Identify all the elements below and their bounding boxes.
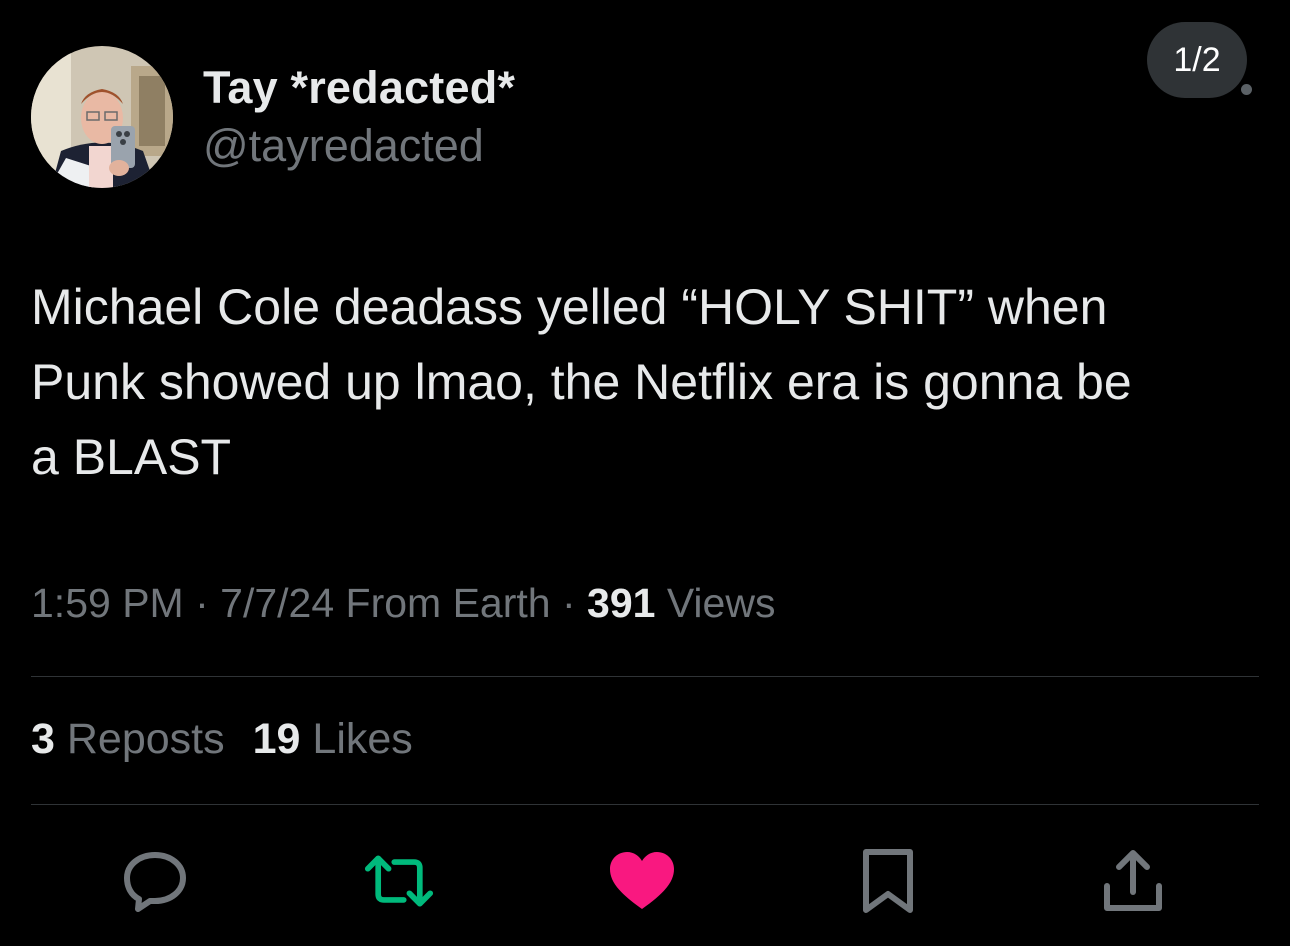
engagement-stats: 3 Reposts 19 Likes bbox=[31, 715, 441, 764]
avatar[interactable] bbox=[31, 46, 173, 188]
tweet-text-line: Punk showed up lmao, the Netflix era is … bbox=[31, 354, 1132, 410]
likes-stat[interactable]: 19 Likes bbox=[253, 715, 413, 764]
reposts-count: 3 bbox=[31, 715, 55, 763]
divider bbox=[31, 804, 1259, 805]
tweet-text-line: a BLAST bbox=[31, 429, 232, 485]
meta-separator: · bbox=[550, 580, 588, 626]
tweet-meta: 1:59 PM · 7/7/24 From Earth · 391 Views bbox=[31, 580, 775, 627]
tweet-screen: 1/2 Tay *redacted* @tayredacted Michael … bbox=[0, 0, 1290, 946]
page-indicator: 1/2 bbox=[1147, 22, 1247, 98]
reply-icon bbox=[124, 852, 186, 912]
tweet-text-line: Michael Cole deadass yelled “HOLY SHIT” … bbox=[31, 279, 1108, 335]
reposts-label: Reposts bbox=[54, 715, 225, 763]
more-indicator-dot bbox=[1241, 84, 1252, 95]
tweet-time[interactable]: 1:59 PM bbox=[31, 580, 184, 626]
bookmark-icon bbox=[863, 849, 913, 913]
likes-label: Likes bbox=[300, 715, 413, 763]
tweet-location: From Earth bbox=[334, 580, 551, 626]
tweet-date[interactable]: 7/7/24 bbox=[220, 580, 334, 626]
repost-icon bbox=[364, 855, 434, 907]
repost-button[interactable] bbox=[364, 846, 434, 916]
user-handle[interactable]: @tayredacted bbox=[203, 120, 484, 172]
heart-icon bbox=[610, 852, 674, 909]
display-name[interactable]: Tay *redacted* bbox=[203, 62, 515, 114]
reply-button[interactable] bbox=[120, 846, 190, 916]
reposts-stat[interactable]: 3 Reposts bbox=[31, 715, 225, 764]
meta-separator: · bbox=[183, 580, 221, 626]
share-button[interactable] bbox=[1098, 846, 1168, 916]
share-icon bbox=[1104, 850, 1162, 911]
divider bbox=[31, 676, 1259, 677]
views-count: 391 bbox=[587, 580, 656, 626]
bookmark-button[interactable] bbox=[853, 846, 923, 916]
likes-count: 19 bbox=[252, 715, 301, 763]
like-button[interactable] bbox=[607, 846, 677, 916]
avatar-photo-icon bbox=[31, 46, 173, 188]
tweet-text: Michael Cole deadass yelled “HOLY SHIT” … bbox=[31, 270, 1261, 495]
views-label: Views bbox=[655, 580, 776, 626]
